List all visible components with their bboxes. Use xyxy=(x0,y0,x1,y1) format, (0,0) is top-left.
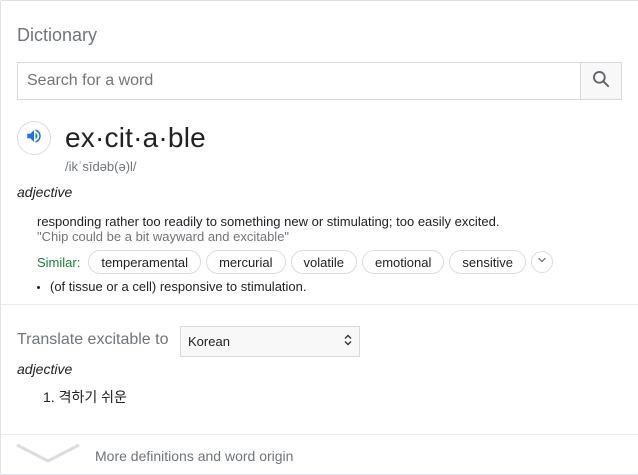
speaker-icon xyxy=(25,127,43,150)
search-box xyxy=(17,62,622,100)
divider xyxy=(1,304,638,305)
more-definitions-label: More definitions and word origin xyxy=(95,447,294,464)
definition-sense-2: (of tissue or a cell) responsive to stim… xyxy=(37,279,307,294)
dictionary-card: Dictionary ex·cit·a·ble /ikˈsīdəb(ə)l/ a… xyxy=(0,0,638,475)
search-button[interactable] xyxy=(580,63,621,99)
language-select[interactable]: Korean xyxy=(180,326,360,357)
divider xyxy=(1,434,638,435)
sense-2-text: (of tissue or a cell) responsive to stim… xyxy=(50,279,307,294)
similar-chip[interactable]: temperamental xyxy=(88,250,202,274)
chevron-down-icon xyxy=(15,441,81,470)
translate-label: Translate excitable to xyxy=(17,331,169,348)
similar-chip[interactable]: emotional xyxy=(362,250,445,274)
example-sentence: "Chip could be a bit wayward and excitab… xyxy=(37,229,290,244)
search-icon xyxy=(591,69,611,94)
similar-label: Similar: xyxy=(37,254,81,270)
translation-result: 1. 격하기 쉬운 xyxy=(43,389,127,405)
expand-similar-button[interactable] xyxy=(530,251,553,273)
search-input[interactable] xyxy=(18,63,580,99)
part-of-speech: adjective xyxy=(17,184,73,200)
card-title: Dictionary xyxy=(17,25,98,45)
chevron-down-icon xyxy=(536,253,548,271)
headword: ex·cit·a·ble xyxy=(65,122,206,153)
similar-chip[interactable]: mercurial xyxy=(206,250,286,274)
bullet xyxy=(37,286,40,289)
language-select-value: Korean xyxy=(188,334,230,349)
similar-words-row: Similar: temperamental mercurial volatil… xyxy=(37,250,553,274)
similar-chip[interactable]: sensitive xyxy=(449,250,526,274)
definition-text: responding rather too readily to somethi… xyxy=(37,214,500,229)
similar-chip[interactable]: volatile xyxy=(290,250,357,274)
translation-part-of-speech: adjective xyxy=(17,361,73,377)
select-arrows-icon xyxy=(344,334,352,349)
phonetic-spelling: /ikˈsīdəb(ə)l/ xyxy=(65,159,137,174)
pronounce-button[interactable] xyxy=(17,121,51,155)
more-definitions-link[interactable]: More definitions and word origin xyxy=(15,441,293,470)
